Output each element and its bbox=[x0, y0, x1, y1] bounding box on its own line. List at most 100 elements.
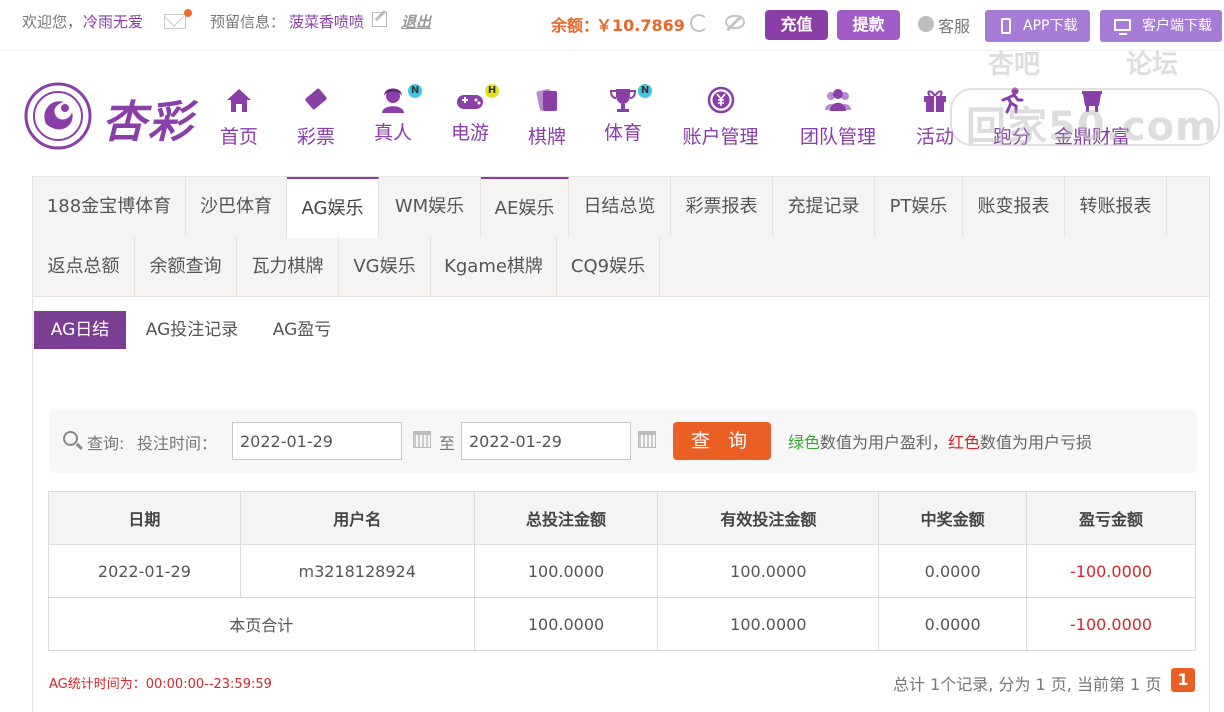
cell-profit-loss: -100.0000 bbox=[1026, 544, 1196, 598]
phone-icon bbox=[1001, 18, 1011, 34]
table-row: 2022-01-29 m3218128924 100.0000 100.0000… bbox=[48, 544, 1196, 598]
unread-dot-icon bbox=[184, 9, 192, 17]
recharge-button[interactable]: 充值 bbox=[765, 10, 828, 40]
nav-label: 活动 bbox=[915, 126, 954, 148]
legend-loss-text: 数值为用户亏损 bbox=[980, 433, 1093, 452]
nav-sports[interactable]: N 体育 bbox=[603, 84, 652, 145]
start-date-input[interactable] bbox=[232, 422, 402, 460]
new-badge: N bbox=[408, 84, 422, 98]
edit-icon[interactable] bbox=[372, 12, 387, 27]
tab-ag-entertainment[interactable]: AG娱乐 bbox=[287, 177, 379, 238]
nav-label: 电游 bbox=[450, 122, 489, 144]
current-page-button[interactable]: 1 bbox=[1171, 668, 1195, 692]
calendar-icon[interactable] bbox=[637, 430, 656, 448]
legend-red-word: 红色 bbox=[948, 433, 981, 452]
nav-label: 真人 bbox=[373, 122, 412, 144]
withdraw-button[interactable]: 提款 bbox=[837, 10, 900, 40]
report-panel: 188金宝博体育 沙巴体育 AG娱乐 WM娱乐 AE娱乐 日结总览 彩票报表 充… bbox=[32, 176, 1210, 712]
tab-pt-entertainment[interactable]: PT娱乐 bbox=[875, 177, 963, 237]
app-download-button[interactable]: APP下载 bbox=[985, 10, 1090, 42]
table-header-row: 日期 用户名 总投注金额 有效投注金额 中奖金额 盈亏金额 bbox=[48, 491, 1196, 545]
gift-icon bbox=[924, 90, 946, 112]
query-bar: 查询: 投注时间： 至 查 询 绿色数值为用户盈利，红色数值为用户亏损 bbox=[49, 409, 1197, 473]
nav-label: 团队管理 bbox=[799, 126, 876, 148]
brand-name[interactable]: 杏彩 bbox=[102, 86, 194, 150]
reserved-info-value: 菠菜香喷喷 bbox=[289, 13, 365, 31]
tab-188-sports[interactable]: 188金宝博体育 bbox=[33, 177, 186, 237]
app-download-label: APP下载 bbox=[1023, 18, 1078, 34]
tab-lottery-report[interactable]: 彩票报表 bbox=[671, 177, 773, 237]
subtab-ag-daily[interactable]: AG日结 bbox=[34, 311, 126, 349]
nav-label: 彩票 bbox=[296, 126, 335, 148]
subtab-ag-profit-loss[interactable]: AG盈亏 bbox=[261, 311, 343, 349]
tab-ae-entertainment[interactable]: AE娱乐 bbox=[481, 177, 569, 237]
statistics-time-note: AG统计时间为：00:00:00--23:59:59 bbox=[49, 677, 272, 692]
cell-total-bet: 100.0000 bbox=[473, 544, 659, 598]
end-date-input[interactable] bbox=[461, 422, 631, 460]
nav-slots[interactable]: H 电游 bbox=[450, 84, 499, 145]
nav-home[interactable]: 首页 bbox=[219, 86, 259, 149]
query-button[interactable]: 查 询 bbox=[673, 422, 771, 460]
tab-rebate-total[interactable]: 返点总额 bbox=[33, 237, 135, 297]
customer-service-icon[interactable] bbox=[918, 16, 934, 32]
cell-total-bet-sum: 100.0000 bbox=[473, 597, 659, 651]
nav-account-management[interactable]: 账户管理 bbox=[680, 86, 761, 149]
refresh-icon[interactable] bbox=[690, 14, 708, 32]
column-header-winnings: 中奖金额 bbox=[878, 491, 1028, 545]
balance-value: ￥10.7869 bbox=[596, 16, 685, 35]
nav-team-management[interactable]: 团队管理 bbox=[797, 86, 879, 149]
home-icon bbox=[227, 89, 251, 112]
table-total-row: 本页合计 100.0000 100.0000 0.0000 -100.0000 bbox=[48, 597, 1196, 651]
team-icon bbox=[825, 89, 851, 111]
brand-logo-icon[interactable] bbox=[22, 80, 94, 152]
cell-winnings-sum: 0.0000 bbox=[878, 597, 1028, 651]
cell-page-total-label: 本页合计 bbox=[48, 597, 475, 651]
tab-transfer-report[interactable]: 转账报表 bbox=[1065, 177, 1167, 237]
column-header-total-bet: 总投注金额 bbox=[473, 491, 659, 545]
top-bar: 欢迎您， 冷雨无爱 预留信息： 菠菜香喷喷 退出 余额： ￥10.7869 充值… bbox=[0, 0, 1224, 46]
logout-link[interactable]: 退出 bbox=[401, 12, 431, 32]
tab-cq9-entertainment[interactable]: CQ9娱乐 bbox=[557, 237, 660, 297]
pagination-summary: 总计 1个记录, 分为 1 页, 当前第 1 页 bbox=[893, 675, 1162, 694]
tab-wali-chess[interactable]: 瓦力棋牌 bbox=[237, 237, 339, 297]
bet-time-label: 投注时间： bbox=[137, 434, 218, 453]
tab-balance-change-report[interactable]: 账变报表 bbox=[963, 177, 1065, 237]
nav-lottery[interactable]: 彩票 bbox=[296, 86, 336, 149]
tab-kgame-chess[interactable]: Kgame棋牌 bbox=[431, 237, 557, 297]
platform-tabs: 188金宝博体育 沙巴体育 AG娱乐 WM娱乐 AE娱乐 日结总览 彩票报表 充… bbox=[33, 177, 1209, 297]
tab-saba-sports[interactable]: 沙巴体育 bbox=[186, 177, 287, 237]
watermark-left-text: 杏吧 bbox=[988, 50, 1041, 80]
tab-daily-overview[interactable]: 日结总览 bbox=[569, 177, 671, 237]
client-download-label: 客户端下载 bbox=[1142, 18, 1212, 34]
column-header-valid-bet: 有效投注金额 bbox=[657, 491, 880, 545]
column-header-username: 用户名 bbox=[239, 491, 475, 545]
nav-live-dealer[interactable]: N 真人 bbox=[373, 84, 422, 145]
nav-promotions[interactable]: 活动 bbox=[915, 86, 955, 149]
cell-valid-bet: 100.0000 bbox=[657, 544, 880, 598]
cell-username: m3218128924 bbox=[239, 544, 475, 598]
column-header-date: 日期 bbox=[48, 491, 241, 545]
legend-profit-text: 数值为用户盈利， bbox=[820, 433, 949, 452]
tab-vg-entertainment[interactable]: VG娱乐 bbox=[339, 237, 431, 297]
tab-wm-entertainment[interactable]: WM娱乐 bbox=[379, 177, 481, 237]
tab-balance-inquiry[interactable]: 余额查询 bbox=[135, 237, 237, 297]
calendar-icon[interactable] bbox=[412, 430, 431, 448]
legend-green-word: 绿色 bbox=[788, 433, 821, 452]
dealer-icon bbox=[382, 88, 404, 113]
cell-profit-loss-sum: -100.0000 bbox=[1026, 597, 1196, 651]
mail-icon[interactable] bbox=[164, 14, 186, 29]
username-link[interactable]: 冷雨无爱 bbox=[83, 12, 143, 32]
tab-deposit-withdraw-records[interactable]: 充提记录 bbox=[773, 177, 875, 237]
nav-label: 账户管理 bbox=[682, 126, 759, 148]
hot-badge: H bbox=[485, 84, 499, 98]
desktop-icon bbox=[1114, 19, 1131, 35]
cell-valid-bet-sum: 100.0000 bbox=[657, 597, 880, 651]
customer-service-link[interactable]: 客服 bbox=[938, 13, 970, 37]
search-icon bbox=[63, 431, 78, 446]
nav-chess[interactable]: 棋牌 bbox=[527, 86, 567, 149]
client-download-button[interactable]: 客户端下载 bbox=[1100, 10, 1222, 42]
site-watermark: 杏吧 论坛 回家50.com bbox=[950, 44, 1220, 150]
hide-balance-icon[interactable] bbox=[725, 15, 745, 29]
subtab-ag-bet-records[interactable]: AG投注记录 bbox=[136, 311, 248, 349]
cell-winnings: 0.0000 bbox=[878, 544, 1028, 598]
